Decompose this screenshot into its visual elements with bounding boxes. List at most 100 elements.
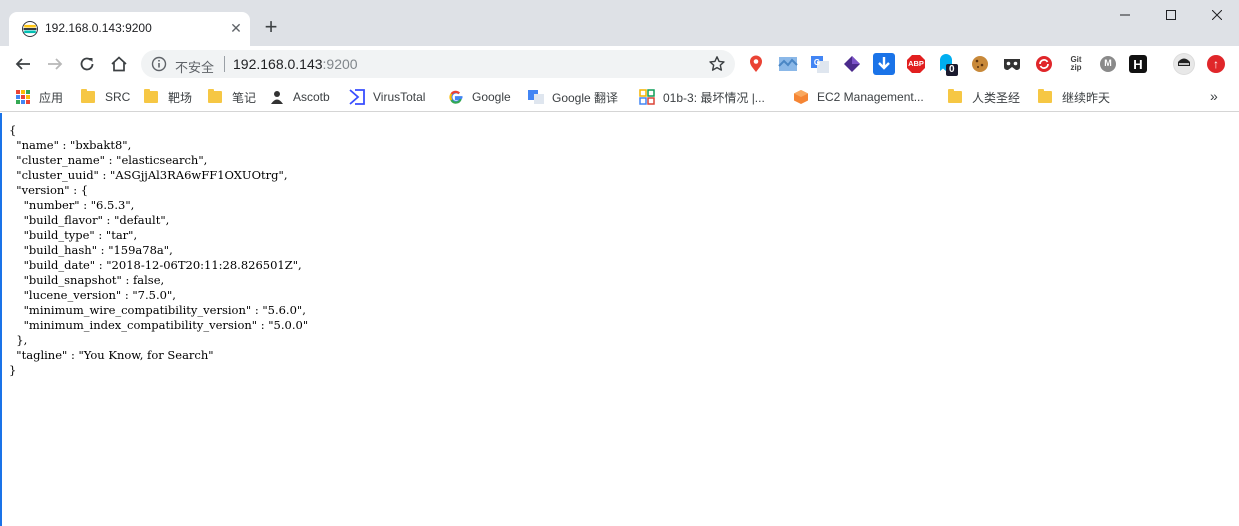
- bookmark-item[interactable]: 笔记: [207, 87, 256, 107]
- grid-icon: [639, 89, 655, 105]
- minimize-icon: [1120, 14, 1130, 16]
- json-line: "tagline" : "You Know, for Search": [9, 348, 214, 362]
- url-port: :9200: [322, 56, 358, 72]
- json-line: "build_type" : "tar",: [9, 228, 138, 242]
- update-icon[interactable]: ↑: [1207, 55, 1225, 73]
- back-button[interactable]: [10, 51, 36, 77]
- bookmark-label: 笔记: [232, 90, 257, 105]
- bookmark-item[interactable]: VirusTotal: [349, 87, 425, 107]
- browser-window: 192.168.0.143:9200 ✕ + 不安全 192.168.0.143…: [0, 0, 1239, 526]
- security-status-label[interactable]: 不安全: [175, 57, 214, 76]
- home-button[interactable]: [106, 51, 132, 77]
- virustotal-icon: [349, 89, 365, 105]
- reload-button[interactable]: [74, 51, 100, 77]
- person-icon: [269, 89, 285, 105]
- arrow-right-icon: [48, 58, 63, 70]
- tab-strip: 192.168.0.143:9200 ✕ +: [0, 0, 1239, 46]
- json-line: }: [9, 363, 17, 377]
- omnibox-divider: [224, 56, 225, 72]
- refresh-red-icon[interactable]: [1033, 53, 1055, 75]
- bookmark-item[interactable]: Google: [448, 87, 511, 107]
- json-line: "build_snapshot" : false,: [9, 273, 165, 287]
- ghostery-count-badge: 0: [946, 64, 958, 76]
- cube-ext-icon[interactable]: [841, 53, 863, 75]
- json-line: "version" : {: [9, 183, 89, 197]
- ghostery-icon[interactable]: 0: [937, 53, 959, 76]
- active-tab[interactable]: 192.168.0.143:9200 ✕: [9, 12, 250, 46]
- info-icon[interactable]: [151, 56, 167, 72]
- address-bar[interactable]: 不安全 192.168.0.143:9200: [141, 50, 735, 78]
- bookmark-item[interactable]: 人类圣经: [947, 87, 1020, 107]
- bookmark-item[interactable]: 应用: [15, 87, 63, 107]
- bookmark-star-icon[interactable]: [708, 55, 726, 73]
- adblock-plus-icon[interactable]: ABP: [905, 53, 927, 75]
- reload-icon: [80, 57, 94, 71]
- arrow-left-icon: [15, 58, 30, 70]
- new-tab-button[interactable]: +: [260, 16, 282, 39]
- json-line: "minimum_wire_compatibility_version" : "…: [9, 303, 306, 317]
- mask-ext-icon[interactable]: [1001, 53, 1023, 75]
- profile-avatar-icon[interactable]: [1173, 53, 1195, 75]
- svg-text:G: G: [814, 58, 820, 67]
- json-line: {: [9, 123, 17, 137]
- bookmarks-bar: 应用 SRC 靶场 笔记 Ascotb VirusTotal Google Google 翻译…: [0, 82, 1239, 112]
- folder-icon: [1038, 89, 1052, 103]
- minimize-button[interactable]: [1102, 0, 1148, 30]
- json-line: "build_hash" : "159a78a",: [9, 243, 173, 257]
- json-line: "build_flavor" : "default",: [9, 213, 170, 227]
- bookmark-label: Ascotb: [293, 90, 330, 104]
- forward-button[interactable]: [42, 51, 68, 77]
- json-line: "cluster_name" : "elasticsearch",: [9, 153, 208, 167]
- url-text[interactable]: 192.168.0.143:9200: [233, 56, 358, 72]
- navigation-toolbar: 不安全 192.168.0.143:9200 G ABP 0 Git zip M H ↑: [0, 46, 1239, 82]
- json-line: "lucene_version" : "7.5.0",: [9, 288, 176, 302]
- json-line: "minimum_index_compatibility_version" : …: [9, 318, 309, 332]
- home-icon: [111, 56, 127, 72]
- bookmark-label: 靶场: [168, 90, 193, 105]
- json-line: "name" : "bxbakt8",: [9, 138, 132, 152]
- tab-title: 192.168.0.143:9200: [45, 21, 152, 35]
- folder-icon: [81, 89, 95, 103]
- bookmark-label: 继续昨天: [1062, 90, 1111, 105]
- json-response: { "name" : "bxbakt8", "cluster_name" : "…: [9, 123, 308, 378]
- download-ext-icon[interactable]: [873, 53, 895, 75]
- folder-icon: [208, 89, 222, 103]
- json-line: "cluster_uuid" : "ASGjjAl3RA6wFF1OXUOtrg…: [9, 168, 288, 182]
- h-ext-icon[interactable]: H: [1129, 55, 1147, 73]
- bookmark-label: SRC: [105, 90, 131, 104]
- maximize-button[interactable]: [1148, 0, 1194, 30]
- maximize-icon: [1166, 10, 1176, 20]
- location-pin-icon[interactable]: [745, 53, 767, 75]
- adblock-label: ABP: [908, 59, 924, 68]
- bookmark-label: Google 翻译: [552, 90, 619, 105]
- url-host: 192.168.0.143: [233, 56, 323, 72]
- translate-ext-icon[interactable]: G: [809, 53, 831, 75]
- bookmark-item[interactable]: EC2 Management...: [793, 87, 924, 107]
- bookmark-label: 人类圣经: [972, 90, 1021, 105]
- bookmarks-overflow-button[interactable]: »: [1210, 88, 1218, 104]
- window-close-button[interactable]: [1194, 0, 1239, 30]
- bookmark-item[interactable]: Ascotb: [269, 87, 330, 107]
- metamask-label: M: [1104, 58, 1112, 68]
- window-close-icon: [1212, 10, 1222, 20]
- folder-icon: [948, 89, 962, 103]
- cookie-icon[interactable]: [969, 53, 991, 75]
- json-line: "number" : "6.5.3",: [9, 198, 135, 212]
- bookmark-item[interactable]: Google 翻译: [528, 87, 618, 107]
- bookmark-label: VirusTotal: [373, 90, 426, 104]
- bookmark-item[interactable]: SRC: [80, 87, 130, 107]
- close-tab-icon[interactable]: ✕: [228, 20, 244, 36]
- bookmark-label: 01b-3: 最坏情况 |...: [663, 90, 765, 105]
- map-ext-icon[interactable]: [777, 53, 799, 75]
- bookmark-item[interactable]: 继续昨天: [1037, 87, 1110, 107]
- json-line: },: [9, 333, 28, 347]
- json-line: "build_date" : "2018-12-06T20:11:28.8265…: [9, 258, 302, 272]
- elasticsearch-icon: [22, 21, 38, 37]
- bookmark-label: EC2 Management...: [817, 90, 924, 104]
- metamask-ext-icon[interactable]: M: [1097, 53, 1119, 75]
- gitzip-icon[interactable]: Git zip: [1065, 53, 1087, 75]
- bookmark-item[interactable]: 靶场: [143, 87, 192, 107]
- bookmark-item[interactable]: 01b-3: 最坏情况 |...: [639, 87, 765, 107]
- page-content: { "name" : "bxbakt8", "cluster_name" : "…: [0, 113, 1239, 526]
- google-icon: [448, 89, 464, 105]
